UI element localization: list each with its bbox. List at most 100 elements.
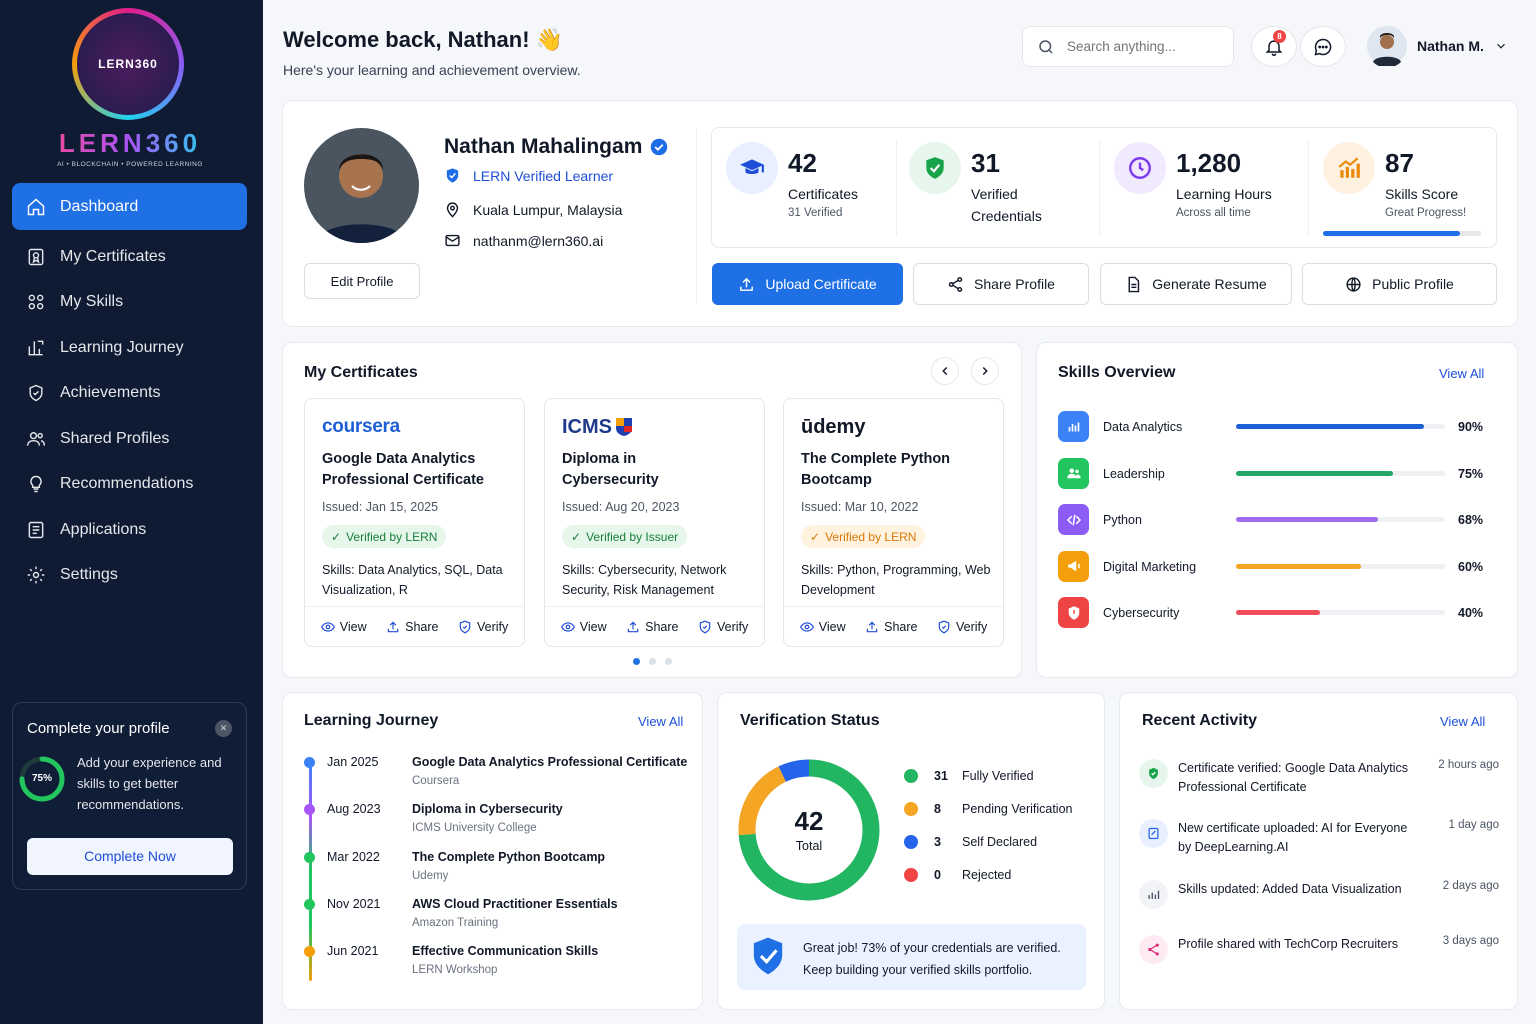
- upload-icon: [387, 621, 399, 632]
- location-pin-icon: [446, 202, 459, 218]
- chevron-right-icon: [982, 366, 988, 376]
- skill-progress-fill: [1236, 424, 1425, 429]
- sidebar-item-my-certificates[interactable]: My Certificates: [12, 234, 247, 280]
- search-input[interactable]: [1067, 39, 1217, 54]
- skill-percent: 60%: [1458, 559, 1484, 574]
- verify-button[interactable]: Verify: [458, 620, 508, 634]
- shield-check-icon: [699, 620, 711, 633]
- lightbulb-icon: [30, 476, 42, 493]
- share-button[interactable]: Share: [626, 620, 678, 634]
- carousel-prev-button[interactable]: [931, 357, 959, 385]
- journey-org: Udemy: [412, 869, 449, 882]
- messages-button[interactable]: [1300, 26, 1346, 67]
- skill-row[interactable]: Cybersecurity 40%: [1058, 597, 1488, 629]
- profile-name-row: Nathan Mahalingam: [444, 135, 668, 159]
- sidebar-item-settings[interactable]: Settings: [12, 553, 247, 599]
- legend-swatch: [904, 769, 918, 783]
- legend-item: 3 Self Declared: [904, 835, 1037, 849]
- shield-check-icon: [459, 620, 471, 633]
- legend-label: Pending Verification: [962, 802, 1073, 816]
- share-button[interactable]: Share: [865, 620, 917, 634]
- share-profile-button[interactable]: Share Profile: [913, 263, 1089, 305]
- notifications-button[interactable]: 8: [1251, 26, 1297, 67]
- search-box[interactable]: [1022, 26, 1234, 67]
- skill-percent: 90%: [1458, 420, 1484, 434]
- activity-card: Recent Activity View All Certificate ver…: [1119, 692, 1518, 1010]
- skills-view-all-link[interactable]: View All: [1439, 366, 1484, 381]
- activity-view-all-link[interactable]: View All: [1440, 714, 1485, 729]
- upload-certificate-button[interactable]: Upload Certificate: [712, 263, 903, 305]
- stat-learning-hours: 1,280 Learning Hours Across all time: [1100, 128, 1308, 249]
- carousel-dot[interactable]: [665, 658, 672, 665]
- timeline-dot: [304, 851, 315, 863]
- gear-icon: [27, 566, 45, 584]
- journey-date: Aug 2023: [327, 802, 381, 817]
- journey-view-all-link[interactable]: View All: [638, 714, 683, 729]
- generate-resume-button[interactable]: Generate Resume: [1100, 263, 1292, 305]
- activity-text: New certificate uploaded: AI for Everyon…: [1178, 821, 1408, 854]
- certificates-title: My Certificates: [304, 364, 418, 381]
- upload-icon: [1139, 819, 1168, 848]
- stat-skills-score: 87 Skills Score Great Progress!: [1309, 128, 1497, 249]
- skill-progress-track: [1236, 517, 1445, 522]
- certificate-card[interactable]: ICMS Diploma in Cybersecurity Issued: Au…: [544, 398, 765, 647]
- journey-org: LERN Workshop: [412, 964, 498, 977]
- verify-button[interactable]: Verify: [937, 620, 987, 634]
- skill-percent: 40%: [1458, 606, 1484, 620]
- skill-row[interactable]: Digital Marketing 60%: [1058, 550, 1488, 583]
- sidebar-item-recommendations[interactable]: Recommendations: [12, 462, 247, 508]
- stats-panel: 42 Certificates 31 Verified 31 Verified …: [711, 127, 1497, 248]
- skill-progress-track: [1236, 424, 1445, 429]
- stat-label: Skills Score: [1385, 186, 1459, 202]
- view-button[interactable]: View: [799, 620, 846, 634]
- skill-row[interactable]: Leadership 75%: [1058, 457, 1488, 490]
- certificate-issued: Issued: Jan 15, 2025: [322, 500, 439, 514]
- users-icon: [26, 431, 46, 446]
- skill-progress-fill: [1236, 563, 1362, 569]
- sidebar-nav: Dashboard My Certificates My Skills Lear…: [12, 183, 247, 598]
- sidebar-item-dashboard[interactable]: Dashboard: [12, 183, 247, 230]
- edit-profile-button[interactable]: Edit Profile: [304, 263, 420, 299]
- app-logo[interactable]: LERN360 LERN360 AI • BLOCKCHAIN • POWERE…: [50, 8, 210, 168]
- udemy-logo: ūdemy: [801, 415, 866, 438]
- user-menu[interactable]: Nathan M.: [1367, 26, 1508, 66]
- learning-journey-card: Learning Journey View All Jan 2025 Googl…: [282, 692, 703, 1010]
- sidebar-item-shared-profiles[interactable]: Shared Profiles: [12, 416, 247, 462]
- public-profile-button[interactable]: Public Profile: [1302, 263, 1497, 305]
- stat-label: Learning Hours: [1176, 186, 1272, 202]
- certificate-skills: Skills: Data Analytics, SQL, Data Visual…: [322, 563, 503, 597]
- activity-time: 2 days ago: [1442, 880, 1499, 892]
- certificates-card: My Certificates coursera Google Data Ana…: [282, 342, 1022, 678]
- sidebar-item-applications[interactable]: Applications: [12, 507, 247, 553]
- close-icon[interactable]: ✕: [215, 720, 232, 737]
- shield-check-icon: [938, 620, 950, 633]
- sidebar-item-learning-journey[interactable]: Learning Journey: [12, 325, 247, 371]
- carousel-dot[interactable]: [633, 658, 640, 665]
- activity-time: 1 day ago: [1448, 819, 1499, 831]
- carousel-next-button[interactable]: [971, 357, 999, 385]
- legend-count: 8: [934, 802, 941, 816]
- view-button[interactable]: View: [320, 620, 367, 634]
- complete-now-button[interactable]: Complete Now: [27, 838, 233, 875]
- certificate-card[interactable]: ūdemy The Complete Python Bootcamp Issue…: [783, 398, 1004, 647]
- graduation-cap-icon: [726, 142, 778, 194]
- activity-time: 3 days ago: [1442, 935, 1499, 947]
- shield-check-icon: [446, 168, 459, 183]
- carousel-dot[interactable]: [649, 658, 656, 665]
- legend-label: Self Declared: [962, 835, 1038, 849]
- profile-email: nathanm@lern360.ai: [473, 232, 604, 249]
- view-button[interactable]: View: [560, 620, 607, 634]
- verification-badge: ✓ Verified by LERN: [322, 525, 447, 548]
- share-button[interactable]: Share: [386, 620, 438, 634]
- timeline-dot: [304, 804, 315, 816]
- skill-row[interactable]: Python 68%: [1058, 504, 1488, 536]
- certificate-card[interactable]: coursera Google Data Analytics Professio…: [304, 398, 525, 647]
- complete-profile-card: Complete your profile ✕ 75% Add your exp…: [12, 702, 247, 890]
- sidebar-item-achievements[interactable]: Achievements: [12, 371, 247, 417]
- timeline-dot: [304, 946, 315, 958]
- skill-row[interactable]: Data Analytics 90%: [1058, 411, 1488, 443]
- megaphone-icon: [1058, 550, 1089, 582]
- sidebar-item-my-skills[interactable]: My Skills: [12, 280, 247, 326]
- journey-title-text: Google Data Analytics Professional Certi…: [412, 755, 688, 769]
- verify-button[interactable]: Verify: [698, 620, 748, 634]
